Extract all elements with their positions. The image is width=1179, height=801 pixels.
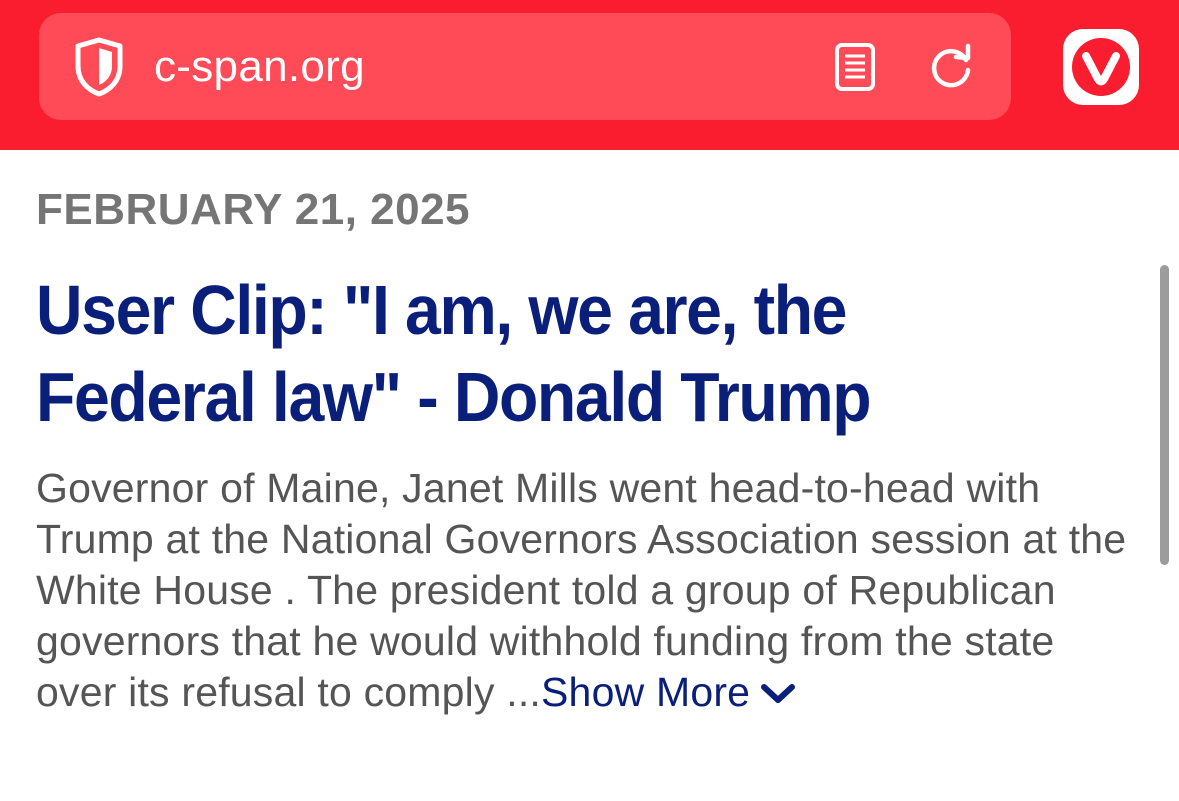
reload-icon[interactable] <box>926 40 976 90</box>
browser-toolbar: c-span.org <box>0 0 1179 150</box>
show-more-button[interactable]: Show More <box>541 669 796 715</box>
show-more-label[interactable]: Show More <box>541 669 750 715</box>
reader-mode-icon[interactable] <box>834 42 876 92</box>
chevron-down-icon[interactable] <box>760 666 796 717</box>
vivaldi-logo[interactable] <box>1063 29 1139 105</box>
scrollbar[interactable] <box>1160 265 1169 565</box>
article-title: User Clip: "I am, we are, the Federal la… <box>36 271 872 436</box>
article-description: Governor of Maine, Janet Mills went head… <box>36 463 1146 718</box>
shield-icon[interactable] <box>72 36 126 98</box>
url-text[interactable]: c-span.org <box>154 40 365 94</box>
article-date: FEBRUARY 21, 2025 <box>36 185 471 234</box>
